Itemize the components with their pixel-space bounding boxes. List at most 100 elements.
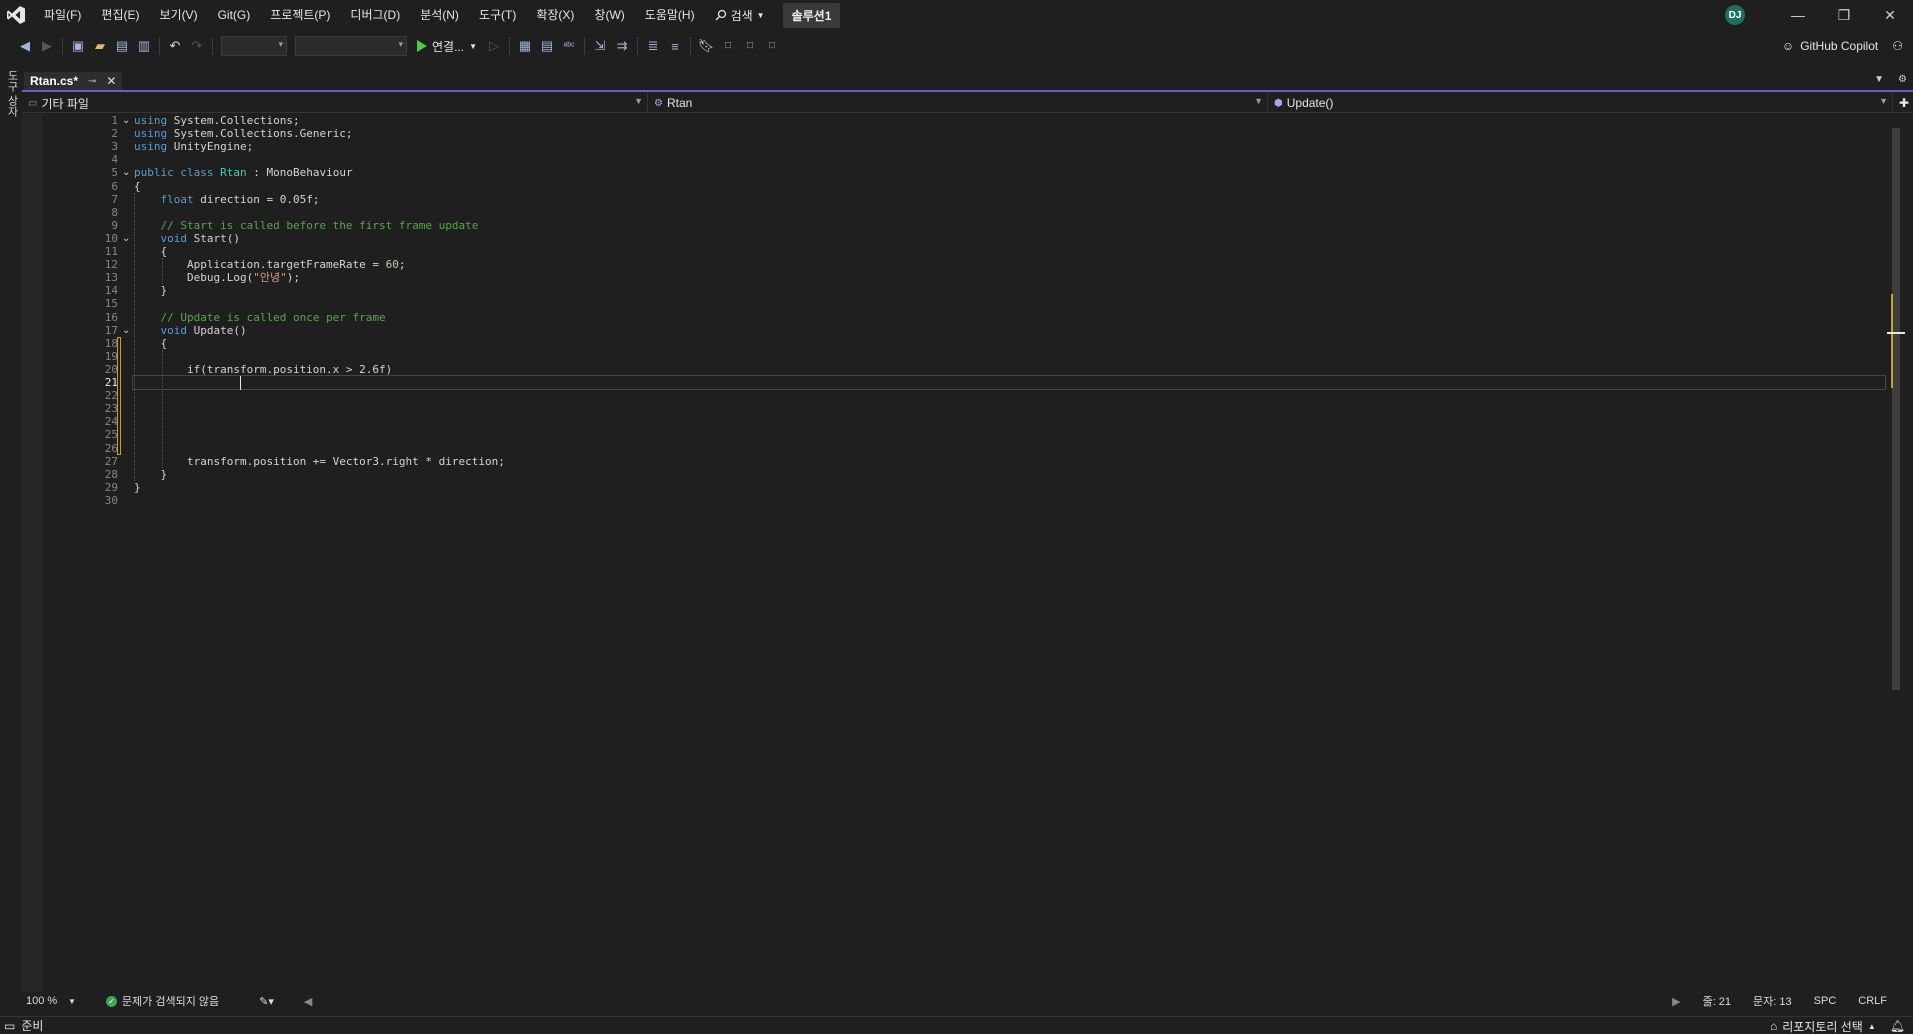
line-ending-indicator[interactable]: CRLF: [1858, 995, 1887, 1007]
project-dropdown[interactable]: ▭ 기타 파일 ▼: [22, 93, 648, 113]
navigate-forward-icon[interactable]: ▶: [36, 35, 58, 57]
line-number: 23: [104, 402, 118, 416]
code-line[interactable]: // Start is called before the first fram…: [134, 219, 479, 232]
minimize-button[interactable]: —: [1775, 0, 1821, 30]
solution-configuration-dropdown[interactable]: [221, 36, 287, 56]
menu-item[interactable]: 도움말(H): [635, 0, 705, 30]
title-bar: 파일(F) 편집(E) 보기(V) Git(G) 프로젝트(P) 디버그(D) 분석(N) 도…: [0, 0, 1913, 30]
change-overview-marker: [1891, 294, 1901, 388]
step-over-icon[interactable]: ⇉: [611, 35, 633, 57]
github-copilot-button[interactable]: ☺ GitHub Copilot ⚇: [1782, 30, 1903, 62]
save-all-icon[interactable]: ▥: [133, 35, 155, 57]
column-indicator[interactable]: 문자: 13: [1753, 993, 1792, 1009]
pin-icon[interactable]: ⊸: [88, 76, 96, 87]
code-line[interactable]: using UnityEngine;: [134, 140, 253, 153]
issues-indicator[interactable]: ✓ 문제가 검색되지 않음: [105, 993, 219, 1009]
type-dropdown[interactable]: ⚙ Rtan ▼: [648, 93, 1268, 113]
collapse-chevron-icon[interactable]: ⌄: [122, 232, 130, 245]
redo-icon[interactable]: ↷: [186, 35, 208, 57]
layout-icon[interactable]: ▤: [536, 35, 558, 57]
code-line[interactable]: using System.Collections;: [134, 114, 300, 127]
feedback-icon[interactable]: ⚇: [1892, 39, 1903, 53]
scroll-left-icon[interactable]: ◀: [304, 995, 312, 1008]
solution-platform-dropdown[interactable]: [295, 36, 407, 56]
menu-item[interactable]: 창(W): [584, 0, 634, 30]
line-number: 26: [104, 441, 118, 455]
solution-name-badge[interactable]: 솔루션1: [782, 2, 841, 28]
line-number: 29: [104, 480, 118, 494]
code-line[interactable]: {: [134, 245, 167, 258]
chevron-down-icon: ▼: [469, 41, 478, 51]
start-debugging-button[interactable]: 연결... ▼: [411, 38, 483, 55]
code-line[interactable]: // Update is called once per frame: [134, 311, 386, 324]
clear-bookmarks-icon[interactable]: ⌑: [761, 35, 783, 57]
whitespace-indicator[interactable]: SPC: [1814, 995, 1837, 1007]
code-line[interactable]: void Start(): [134, 232, 240, 245]
browse-icon[interactable]: ▦: [514, 35, 536, 57]
save-icon[interactable]: ▤: [111, 35, 133, 57]
line-indicator[interactable]: 줄: 21: [1703, 993, 1731, 1009]
code-cleanup-icon[interactable]: ✎▾: [259, 995, 274, 1008]
toolbox-tab[interactable]: 도구 상자: [4, 70, 20, 117]
code-line[interactable]: transform.position += Vector3.right * di…: [134, 455, 505, 468]
scrollbar-thumb[interactable]: [1892, 128, 1900, 690]
search-button[interactable]: 검색 ▼: [705, 7, 775, 24]
member-label: Update(): [1286, 96, 1334, 110]
collapse-chevron-icon[interactable]: ⌄: [122, 114, 130, 127]
code-line[interactable]: float direction = 0.05f;: [134, 193, 320, 206]
tab-list-dropdown-icon[interactable]: ▼: [1874, 74, 1884, 85]
code-line[interactable]: void Update(): [134, 324, 247, 337]
undo-icon[interactable]: ↶: [164, 35, 186, 57]
split-editor-button[interactable]: ✚: [1893, 93, 1913, 113]
indent-icon[interactable]: ≡: [664, 35, 686, 57]
vertical-scrollbar[interactable]: [1887, 114, 1905, 992]
bookmark-icon[interactable]: 🔖︎: [695, 35, 717, 57]
outdent-icon[interactable]: ≣: [642, 35, 664, 57]
member-dropdown[interactable]: ⬢ Update() ▼: [1268, 93, 1893, 113]
indent-guide: [162, 349, 163, 468]
previous-bookmark-icon[interactable]: ⌑: [717, 35, 739, 57]
collapse-chevron-icon[interactable]: ⌄: [122, 166, 130, 179]
next-bookmark-icon[interactable]: ⌑: [739, 35, 761, 57]
close-window-button[interactable]: ✕: [1867, 0, 1913, 30]
collapse-chevron-icon[interactable]: ⌄: [122, 324, 130, 337]
code-line[interactable]: {: [134, 337, 167, 350]
menu-item[interactable]: 파일(F): [34, 0, 91, 30]
scroll-right-icon[interactable]: ▶: [1672, 995, 1680, 1008]
close-icon[interactable]: ✕: [106, 74, 116, 88]
menu-item[interactable]: 디버그(D): [340, 0, 410, 30]
code-line[interactable]: Debug.Log("안녕");: [134, 271, 300, 284]
tab-rtan-cs[interactable]: Rtan.cs* ⊸ ✕: [24, 72, 123, 90]
menu-item[interactable]: 도구(T): [469, 0, 526, 30]
navigate-back-icon[interactable]: ◀: [14, 35, 36, 57]
menu-item[interactable]: 확장(X): [526, 0, 584, 30]
method-icon: ⬢: [1274, 97, 1283, 109]
source-control-button[interactable]: ⌂ 리포지토리 선택 ▲: [1770, 1018, 1876, 1034]
menu-item[interactable]: 분석(N): [410, 0, 469, 30]
code-line[interactable]: }: [134, 468, 167, 481]
standard-toolbar: ◀ ▶ ▣ ▰ ▤ ▥ ↶ ↷ 연결... ▼ ▷ ▦ ▤ ᵃᵇᶜ ⇲ ⇉ ≣ …: [0, 30, 1913, 62]
gear-icon[interactable]: ⚙: [1898, 74, 1907, 85]
start-without-debugging-icon[interactable]: ▷: [483, 35, 505, 57]
code-line[interactable]: {: [134, 180, 141, 193]
tab-title: Rtan.cs*: [30, 74, 79, 88]
menu-item[interactable]: 프로젝트(P): [260, 0, 340, 30]
restore-button[interactable]: ❐: [1821, 0, 1867, 30]
code-line[interactable]: }: [134, 481, 141, 494]
code-line[interactable]: using System.Collections.Generic;: [134, 127, 353, 140]
open-file-icon[interactable]: ▰: [89, 35, 111, 57]
menu-item[interactable]: 보기(V): [149, 0, 207, 30]
code-editor[interactable]: 1 ⌄ using System.Collections; 2 using System…: [22, 114, 1891, 992]
menu-item[interactable]: Git(G): [208, 0, 261, 30]
code-line[interactable]: Application.targetFrameRate = 60;: [134, 258, 406, 271]
code-line[interactable]: public class Rtan : MonoBehaviour: [134, 166, 353, 179]
notifications-icon[interactable]: 🔔︎: [1890, 1019, 1905, 1033]
account-avatar[interactable]: DJ: [1725, 5, 1745, 25]
copilot-label: GitHub Copilot: [1800, 39, 1879, 53]
code-line[interactable]: }: [134, 284, 167, 297]
chevron-down-icon: ▼: [634, 96, 643, 106]
new-project-icon[interactable]: ▣: [67, 35, 89, 57]
step-into-icon[interactable]: ⇲: [589, 35, 611, 57]
spell-check-icon[interactable]: ᵃᵇᶜ: [558, 35, 580, 57]
menu-item[interactable]: 편집(E): [91, 0, 149, 30]
